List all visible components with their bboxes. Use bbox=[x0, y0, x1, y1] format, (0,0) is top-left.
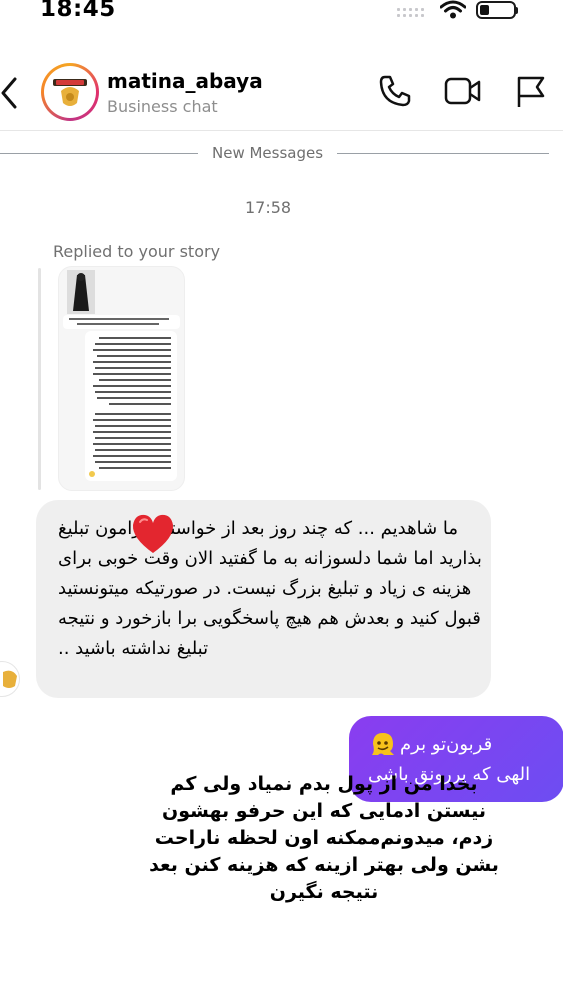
sent-message-line-1: قربون‌تو برم bbox=[400, 734, 493, 755]
divider-line-left bbox=[0, 153, 198, 154]
brand-logo-icon bbox=[3, 670, 17, 688]
received-message-text: ما شاهدیم ... که چند روز بعد از خواستیم … bbox=[58, 518, 482, 659]
cellular-signal-icon bbox=[397, 6, 429, 22]
video-call-icon[interactable] bbox=[444, 76, 482, 106]
story-image bbox=[63, 270, 180, 481]
chat-subtitle: Business chat bbox=[107, 97, 218, 116]
battery-icon bbox=[476, 1, 516, 19]
message-timestamp: 17:58 bbox=[245, 198, 292, 217]
heart-reaction-icon[interactable] bbox=[130, 512, 176, 556]
brand-logo-icon bbox=[48, 70, 92, 114]
new-messages-label: New Messages bbox=[212, 144, 324, 162]
header-separator bbox=[0, 130, 563, 131]
phone-icon[interactable] bbox=[378, 74, 412, 108]
story-preview-thumbnail[interactable] bbox=[58, 266, 185, 491]
status-time: 18:45 bbox=[40, 0, 116, 22]
divider-line-right bbox=[337, 153, 549, 154]
profile-avatar[interactable] bbox=[41, 63, 99, 121]
flag-icon[interactable] bbox=[515, 74, 547, 108]
chat-username[interactable]: matina_abaya bbox=[107, 69, 263, 93]
melting-face-emoji-icon bbox=[372, 733, 394, 755]
back-chevron-icon[interactable] bbox=[0, 77, 20, 109]
sender-avatar[interactable] bbox=[0, 661, 20, 697]
battery-cap bbox=[515, 7, 518, 14]
replied-to-story-label: Replied to your story bbox=[53, 242, 221, 261]
wifi-icon bbox=[440, 0, 466, 19]
reply-indicator-bar bbox=[38, 268, 41, 490]
caption-note-text: بخدا من از پول بدم نمیاد ولی کم نیستن اد… bbox=[149, 773, 499, 903]
